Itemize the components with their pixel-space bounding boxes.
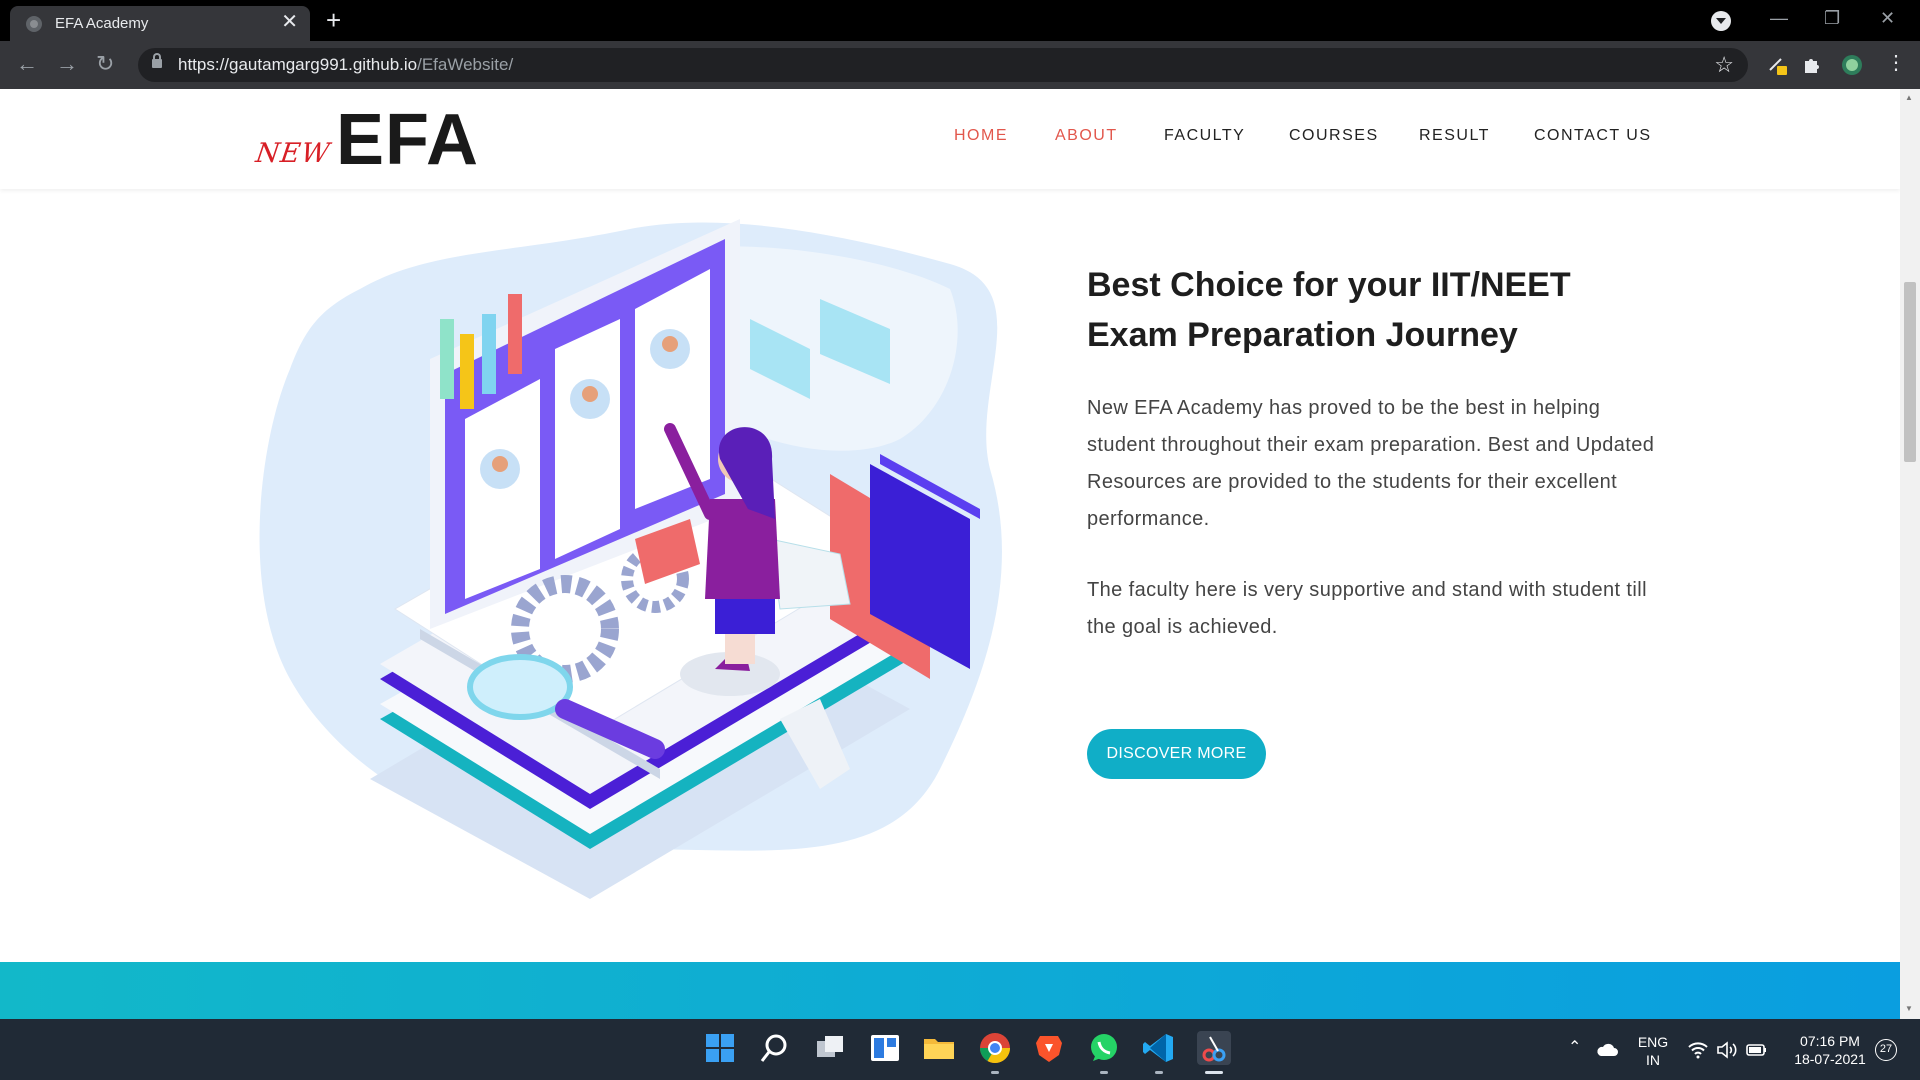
windows-taskbar: ⌃ ENG IN 07:16 PM 18-07-2021 27: [0, 1019, 1920, 1080]
whatsapp-icon[interactable]: [1087, 1031, 1121, 1065]
lock-icon[interactable]: [152, 53, 162, 68]
nav-faculty[interactable]: FACULTY: [1164, 127, 1245, 145]
discover-more-button[interactable]: DISCOVER MORE: [1087, 729, 1266, 779]
nav-about[interactable]: ABOUT: [1055, 127, 1118, 145]
volume-icon[interactable]: [1716, 1041, 1738, 1059]
logo-new-text[interactable]: NEW: [254, 138, 332, 169]
cloud-icon[interactable]: [1596, 1043, 1618, 1057]
nav-home[interactable]: HOME: [954, 127, 1008, 145]
logo-efa-text[interactable]: EFA: [336, 99, 479, 181]
search-icon[interactable]: [758, 1031, 792, 1065]
notification-badge[interactable]: 27: [1875, 1039, 1897, 1061]
about-heading: Best Choice for your IIT/NEET Exam Prepa…: [1087, 266, 1571, 354]
browser-tab[interactable]: EFA Academy ✕: [10, 6, 310, 41]
brave-icon[interactable]: [1032, 1031, 1066, 1065]
menu-icon[interactable]: ⋮: [1886, 50, 1906, 76]
vscode-running-indicator: [1155, 1071, 1163, 1074]
scrollbar-thumb[interactable]: [1904, 282, 1916, 462]
nav-courses[interactable]: COURSES: [1289, 127, 1379, 145]
address-bar[interactable]: https://gautamgarg991.github.io/EfaWebsi…: [138, 48, 1748, 82]
chrome-running-indicator: [991, 1071, 999, 1074]
forward-arrow-icon[interactable]: →: [56, 51, 78, 77]
about-paragraph-2: The faculty here is very supportive and …: [1087, 579, 1647, 638]
nav-contact-us[interactable]: CONTACT US: [1534, 127, 1652, 145]
language-indicator[interactable]: ENG IN: [1628, 1033, 1678, 1069]
windows-start-icon[interactable]: [703, 1031, 737, 1065]
tab-title: EFA Academy: [55, 15, 149, 32]
snipping-running-indicator: [1205, 1071, 1223, 1074]
battery-icon[interactable]: [1746, 1042, 1768, 1058]
hero-illustration: [259, 219, 1002, 899]
next-section-band: [0, 962, 1900, 1019]
profile-avatar[interactable]: [1841, 54, 1863, 76]
site-header: NEW EFA HOME ABOUT FACULTY COURSES RESUL…: [0, 89, 1900, 189]
wifi-icon[interactable]: [1688, 1041, 1708, 1059]
chevron-up-icon[interactable]: ⌃: [1568, 1039, 1581, 1057]
extension-icon[interactable]: [1767, 54, 1789, 76]
task-view-icon[interactable]: [813, 1031, 847, 1065]
puzzle-icon[interactable]: [1801, 54, 1823, 76]
folder-icon[interactable]: [922, 1031, 956, 1065]
scroll-down-icon[interactable]: ▼: [1905, 1004, 1913, 1013]
whatsapp-running-indicator: [1100, 1071, 1108, 1074]
page-viewport: NEW EFA HOME ABOUT FACULTY COURSES RESUL…: [0, 89, 1920, 1019]
widgets-icon[interactable]: [868, 1031, 902, 1065]
snipping-tool-icon[interactable]: [1197, 1031, 1231, 1065]
back-arrow-icon[interactable]: ←: [16, 51, 38, 77]
restore-button[interactable]: ❐: [1824, 6, 1840, 30]
nav-result[interactable]: RESULT: [1419, 127, 1490, 145]
tab-search-icon[interactable]: [1711, 11, 1731, 31]
chrome-icon[interactable]: [978, 1031, 1012, 1065]
scroll-up-icon[interactable]: ▲: [1905, 93, 1913, 102]
browser-toolbar: ← → ↻ https://gautamgarg991.github.io/Ef…: [0, 41, 1920, 89]
vscode-icon[interactable]: [1142, 1031, 1176, 1065]
minimize-button[interactable]: —: [1770, 6, 1788, 30]
close-icon[interactable]: ✕: [281, 10, 298, 34]
page-scrollbar[interactable]: ▲ ▼: [1900, 89, 1920, 1019]
window-close-button[interactable]: ✕: [1880, 6, 1895, 30]
globe-icon: [26, 16, 42, 32]
reload-icon[interactable]: ↻: [96, 51, 114, 77]
plus-icon[interactable]: +: [326, 5, 341, 35]
browser-tab-strip: EFA Academy ✕ + — ❐ ✕: [0, 0, 1920, 41]
url-text[interactable]: https://gautamgarg991.github.io/EfaWebsi…: [178, 55, 513, 75]
clock[interactable]: 07:16 PM 18-07-2021: [1780, 1032, 1880, 1068]
star-icon[interactable]: ☆: [1714, 52, 1734, 78]
about-paragraph-1: New EFA Academy has proved to be the bes…: [1087, 397, 1655, 530]
